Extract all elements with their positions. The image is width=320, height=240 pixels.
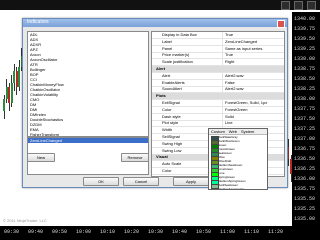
price-tick: 1337.75 <box>294 106 316 112</box>
dialog-close-icon[interactable] <box>277 20 285 28</box>
time-tick: 11:10 <box>244 229 260 235</box>
price-tick: 1339.50 <box>294 36 316 42</box>
time-tick: 10:50 <box>196 229 212 235</box>
property-value[interactable]: ForestGreen <box>222 106 284 113</box>
time-tick: 10:20 <box>124 229 140 235</box>
price-tick: 1336.50 <box>294 156 316 162</box>
property-name: Price marker(s) <box>162 52 190 58</box>
price-tick: 1338.75 <box>294 66 316 72</box>
dialog-titlebar[interactable]: Indicators <box>23 19 287 28</box>
color-swatch <box>211 187 219 189</box>
remove-button[interactable]: Remove <box>121 153 149 162</box>
property-name: Label <box>162 38 172 44</box>
property-name: Panel <box>162 45 173 51</box>
time-tick: 11:00 <box>220 229 236 235</box>
color-tab[interactable]: Custom <box>209 129 227 134</box>
color-option[interactable]: MediumAquamarine <box>209 187 267 190</box>
price-tick: 1335.25 <box>294 206 316 212</box>
property-value[interactable]: ZeroLineChanged <box>222 38 284 45</box>
copyright-text: © 2011 NinjaTrader, LLC <box>3 218 47 223</box>
property-value[interactable]: Same as input series <box>222 45 284 52</box>
candle-body <box>18 67 20 88</box>
price-tick: 1336.25 <box>294 166 316 172</box>
price-tick: 1338.25 <box>294 86 316 92</box>
apply-button[interactable]: Apply <box>173 177 209 186</box>
color-tab[interactable]: System <box>239 129 256 134</box>
window-titlebar <box>0 0 320 10</box>
property-name: Color <box>162 106 172 112</box>
price-tick: 1339.75 <box>294 26 316 32</box>
time-tick: 11:20 <box>268 229 284 235</box>
property-name: Alert <box>156 66 166 71</box>
price-tick: 1340.00 <box>294 16 316 22</box>
time-tick: 10:30 <box>148 229 164 235</box>
price-tick: 1336.00 <box>294 176 316 182</box>
property-name: Plots <box>156 93 166 99</box>
price-tick: 1337.00 <box>294 136 316 142</box>
window-controls <box>281 1 316 10</box>
price-tick: 1339.00 <box>294 56 316 62</box>
time-tick: 10:00 <box>76 229 92 235</box>
applied-indicator-item[interactable]: ZeroLineChanged <box>28 138 148 143</box>
property-name: EnableAlerts <box>162 79 185 85</box>
price-tick: 1339.25 <box>294 46 316 52</box>
property-value[interactable]: Alert2.wav <box>222 86 284 93</box>
property-value[interactable]: ForestGreen, Solid, 1px <box>222 100 284 106</box>
property-name: Display in Data Box <box>162 32 197 37</box>
property-name: Visual <box>156 154 168 160</box>
color-name: MediumAquamarine <box>218 187 245 190</box>
property-value[interactable]: True <box>222 52 284 59</box>
time-tick: 09:30 <box>4 229 20 235</box>
time-axis[interactable]: 09:30 09:40 09:50 10:00 10:10 10:20 10:30 10:40… <box>0 226 320 240</box>
price-tick: 1338.50 <box>294 76 316 82</box>
property-name: Alert <box>162 72 171 78</box>
time-tick: 09:50 <box>52 229 68 235</box>
property-value[interactable]: Solid <box>222 113 284 120</box>
candle-body <box>10 83 13 104</box>
time-tick: 10:40 <box>172 229 188 235</box>
property-value[interactable]: False <box>222 79 284 86</box>
property-name: Scale justification <box>162 59 193 65</box>
time-tick: 10:10 <box>100 229 116 235</box>
available-indicators-list[interactable]: ADL ADX ADXR APZ Aroon AroonOscillator ATR Boll… <box>27 31 149 137</box>
color-dropdown-list[interactable]: Custom Web System DarkSlateGray DarkOliveGr… <box>208 128 268 190</box>
price-tick: 1336.75 <box>294 146 316 152</box>
new-button[interactable]: New <box>27 153 55 162</box>
price-tick: 1337.25 <box>294 126 316 132</box>
cancel-button[interactable]: Cancel <box>123 177 159 186</box>
price-tick: 1335.75 <box>294 186 316 192</box>
price-axis[interactable]: 1340.00 1339.75 1339.50 1339.25 1339.00 1338.… <box>292 12 320 226</box>
property-value[interactable]: Right <box>222 59 284 66</box>
ok-button[interactable]: OK <box>83 177 119 186</box>
close-icon[interactable] <box>307 1 316 10</box>
property-name: SoundAlert <box>162 86 182 92</box>
property-name: ExitSignal <box>162 100 180 105</box>
property-name: Plot style <box>162 120 179 126</box>
dialog-title: Indicators <box>27 19 49 25</box>
candle-body <box>3 99 5 112</box>
price-tick: 1335.00 <box>294 216 316 222</box>
time-tick: 09:40 <box>28 229 44 235</box>
maximize-icon[interactable] <box>294 1 303 10</box>
property-name: Dash style <box>162 113 181 119</box>
price-tick: 1335.50 <box>294 196 316 202</box>
color-tab[interactable]: Web <box>227 129 239 134</box>
property-value[interactable]: True <box>222 32 284 38</box>
price-tick: 1337.50 <box>294 116 316 122</box>
property-value[interactable]: Alert2.wav <box>222 72 284 79</box>
price-tick: 1338.00 <box>294 96 316 102</box>
property-value[interactable]: Line <box>222 120 284 127</box>
minimize-icon[interactable] <box>281 1 290 10</box>
